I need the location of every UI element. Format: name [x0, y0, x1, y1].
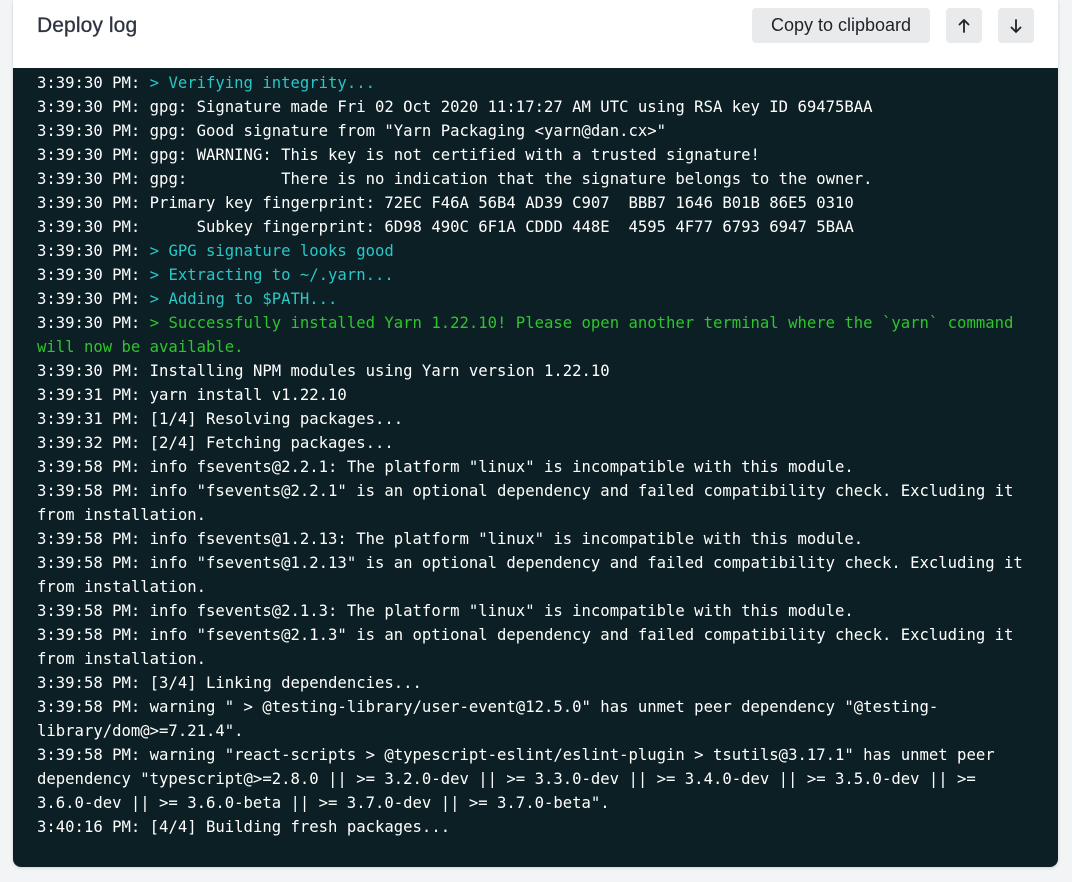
log-line: 3:39:30 PM: Installing NPM modules using… — [37, 359, 1037, 383]
log-message: [3/4] Linking dependencies... — [140, 674, 422, 692]
log-timestamp: 3:39:30 PM: — [37, 146, 141, 164]
log-timestamp: 3:39:58 PM: — [37, 554, 141, 572]
arrow-up-icon — [957, 18, 971, 34]
log-line: 3:39:58 PM: info fsevents@2.2.1: The pla… — [37, 455, 1037, 479]
log-line: 3:39:30 PM: > Adding to $PATH... — [37, 287, 1037, 311]
log-message: gpg: WARNING: This key is not certified … — [140, 146, 760, 164]
log-message: info fsevents@2.1.3: The platform "linux… — [140, 602, 854, 620]
log-message: info "fsevents@1.2.13" is an optional de… — [37, 554, 1033, 596]
log-timestamp: 3:39:30 PM: — [37, 170, 141, 188]
log-message: [2/4] Fetching packages... — [140, 434, 394, 452]
log-timestamp: 3:39:30 PM: — [37, 98, 141, 116]
log-message: gpg: Signature made Fri 02 Oct 2020 11:1… — [140, 98, 873, 116]
log-line: 3:40:16 PM: [4/4] Building fresh package… — [37, 815, 1037, 839]
log-timestamp: 3:39:58 PM: — [37, 626, 141, 644]
log-timestamp: 3:39:30 PM: — [37, 314, 141, 332]
log-message: info fsevents@2.2.1: The platform "linux… — [140, 458, 854, 476]
log-line: 3:39:30 PM: Subkey fingerprint: 6D98 490… — [37, 215, 1037, 239]
log-message: gpg: There is no indication that the sig… — [140, 170, 873, 188]
log-timestamp: 3:39:30 PM: — [37, 242, 141, 260]
log-message: [1/4] Resolving packages... — [140, 410, 404, 428]
log-output[interactable]: 3:39:30 PM: 100 581 100 581 0 0 3282 0 -… — [13, 68, 1058, 867]
log-line: 3:39:30 PM: > Extracting to ~/.yarn... — [37, 263, 1037, 287]
log-line: 3:39:58 PM: warning "react-scripts > @ty… — [37, 743, 1037, 815]
log-message: warning "react-scripts > @typescript-esl… — [37, 746, 1005, 812]
log-line: 3:39:58 PM: info "fsevents@1.2.13" is an… — [37, 551, 1037, 599]
arrow-down-icon — [1009, 18, 1023, 34]
log-line: 3:39:30 PM: gpg: Signature made Fri 02 O… — [37, 95, 1037, 119]
log-line: 3:39:30 PM: > Verifying integrity... — [37, 71, 1037, 95]
log-timestamp: 3:39:30 PM: — [37, 218, 141, 236]
log-message: info "fsevents@2.1.3" is an optional dep… — [37, 626, 1023, 668]
log-message: Subkey fingerprint: 6D98 490C 6F1A CDDD … — [140, 218, 854, 236]
log-message: > Extracting to ~/.yarn... — [140, 266, 394, 284]
log-timestamp: 3:39:58 PM: — [37, 746, 141, 764]
scroll-to-top-button[interactable] — [946, 8, 982, 43]
scroll-to-bottom-button[interactable] — [998, 8, 1034, 43]
log-timestamp: 3:39:30 PM: — [37, 122, 141, 140]
log-line: 3:39:58 PM: info fsevents@1.2.13: The pl… — [37, 527, 1037, 551]
log-line: 3:39:30 PM: > GPG signature looks good — [37, 239, 1037, 263]
log-line: 3:39:58 PM: [3/4] Linking dependencies..… — [37, 671, 1037, 695]
log-message: yarn install v1.22.10 — [140, 386, 347, 404]
log-message: > Verifying integrity... — [140, 74, 375, 92]
log-line: 3:39:30 PM: gpg: WARNING: This key is no… — [37, 143, 1037, 167]
log-timestamp: 3:39:31 PM: — [37, 410, 141, 428]
log-message: info "fsevents@2.2.1" is an optional dep… — [37, 482, 1023, 524]
log-timestamp: 3:39:32 PM: — [37, 434, 141, 452]
log-timestamp: 3:39:58 PM: — [37, 482, 141, 500]
log-line: 3:39:31 PM: yarn install v1.22.10 — [37, 383, 1037, 407]
log-line: 3:39:32 PM: [2/4] Fetching packages... — [37, 431, 1037, 455]
log-message: info fsevents@1.2.13: The platform "linu… — [140, 530, 864, 548]
log-timestamp: 3:39:58 PM: — [37, 530, 141, 548]
log-line: 3:39:58 PM: info "fsevents@2.1.3" is an … — [37, 623, 1037, 671]
log-message: gpg: Good signature from "Yarn Packaging… — [140, 122, 667, 140]
log-line: 3:39:58 PM: info fsevents@2.1.3: The pla… — [37, 599, 1037, 623]
log-message: > Successfully installed Yarn 1.22.10! P… — [37, 314, 1023, 356]
page-title: Deploy log — [37, 14, 138, 37]
log-lines: 3:39:30 PM: 100 581 100 581 0 0 3282 0 -… — [37, 68, 1037, 839]
log-message: Installing NPM modules using Yarn versio… — [140, 362, 610, 380]
log-timestamp: 3:39:30 PM: — [37, 266, 141, 284]
panel-header: Deploy log Copy to clipboard — [13, 0, 1058, 68]
log-message: > Adding to $PATH... — [140, 290, 338, 308]
log-line: 3:39:58 PM: warning " > @testing-library… — [37, 695, 1037, 743]
log-timestamp: 3:39:58 PM: — [37, 602, 141, 620]
log-timestamp: 3:40:16 PM: — [37, 818, 141, 836]
log-timestamp: 3:39:58 PM: — [37, 698, 141, 716]
log-timestamp: 3:39:30 PM: — [37, 290, 141, 308]
log-timestamp: 3:39:58 PM: — [37, 674, 141, 692]
log-message: Primary key fingerprint: 72EC F46A 56B4 … — [140, 194, 854, 212]
log-timestamp: 3:39:30 PM: — [37, 74, 141, 92]
log-line: 3:39:30 PM: Primary key fingerprint: 72E… — [37, 191, 1037, 215]
log-timestamp: 3:39:30 PM: — [37, 362, 141, 380]
deploy-log-panel: Deploy log Copy to clipboard 3:39:30 PM:… — [13, 0, 1058, 867]
log-timestamp: 3:39:58 PM: — [37, 458, 141, 476]
log-message: warning " > @testing-library/user-event@… — [37, 698, 939, 740]
log-line: 3:39:30 PM: gpg: Good signature from "Ya… — [37, 119, 1037, 143]
log-message: [4/4] Building fresh packages... — [140, 818, 451, 836]
log-timestamp: 3:39:30 PM: — [37, 194, 141, 212]
log-line: 3:39:30 PM: > Successfully installed Yar… — [37, 311, 1037, 359]
log-timestamp: 3:39:31 PM: — [37, 386, 141, 404]
log-line: 3:39:58 PM: info "fsevents@2.2.1" is an … — [37, 479, 1037, 527]
log-message: > GPG signature looks good — [140, 242, 394, 260]
log-line: 3:39:31 PM: [1/4] Resolving packages... — [37, 407, 1037, 431]
copy-to-clipboard-button[interactable]: Copy to clipboard — [752, 8, 930, 43]
log-line: 3:39:30 PM: gpg: There is no indication … — [37, 167, 1037, 191]
